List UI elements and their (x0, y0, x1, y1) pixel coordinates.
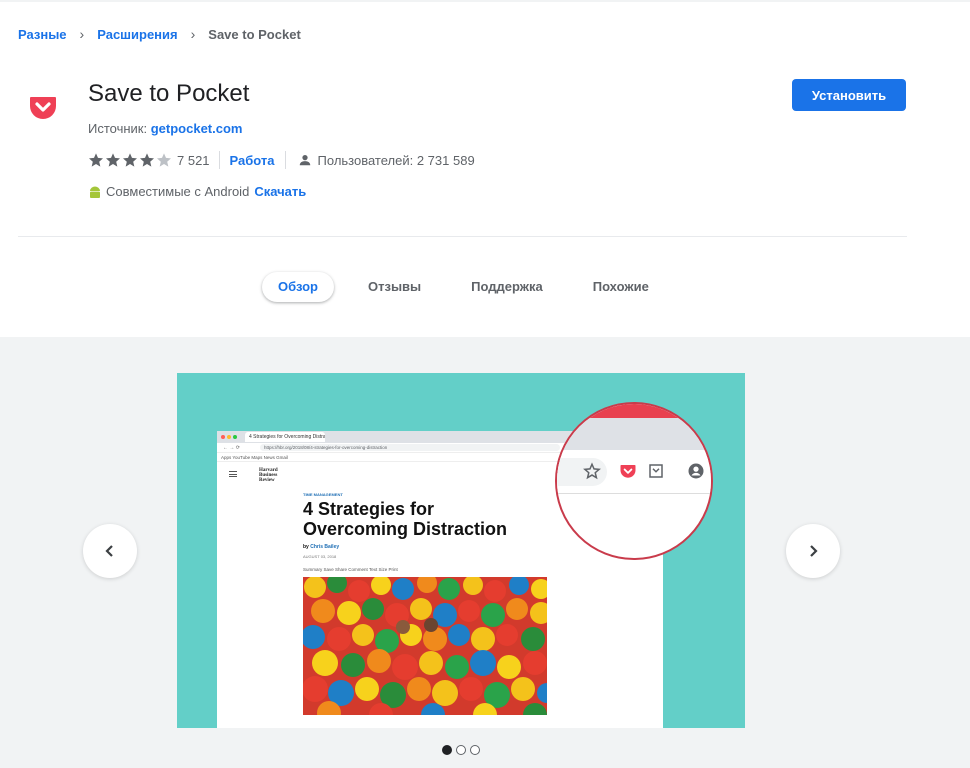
balloons-photo (303, 577, 547, 715)
article-actions: Summary Save Share Comment Text Size Pri… (303, 567, 398, 572)
chevron-right-icon: › (79, 26, 85, 42)
close-dot-icon (221, 435, 225, 439)
gallery-next-button[interactable] (786, 524, 840, 578)
breadcrumb-item-extensions[interactable]: Расширения (97, 27, 177, 42)
breadcrumb: Разные › Расширения › Save to Pocket (18, 26, 301, 42)
tab-reviews[interactable]: Отзывы (352, 272, 437, 302)
menu-icon (229, 471, 237, 477)
gallery-slide: 4 Strategies for Overcoming Distraction … (177, 373, 745, 728)
star-filled-icon (106, 153, 120, 167)
toolbar-tabstrip (557, 418, 711, 450)
source-line: Источник: getpocket.com (88, 121, 242, 136)
rating-stars[interactable] (88, 152, 173, 168)
gallery-pagination (442, 745, 484, 755)
tab-support[interactable]: Поддержка (455, 272, 559, 302)
star-filled-icon (89, 153, 103, 167)
tab-bar: Обзор Отзывы Поддержка Похожие (262, 272, 665, 302)
hbr-logo: Harvard Business Review (259, 468, 278, 483)
browser-tab: 4 Strategies for Overcoming Distraction (245, 432, 325, 442)
category-link[interactable]: Работа (230, 153, 275, 168)
pagination-dot-2[interactable] (456, 745, 466, 755)
pocket-icon (620, 465, 636, 478)
meta-row: 7 521 Работа Пользователей: 2 731 589 (88, 150, 475, 170)
source-link[interactable]: getpocket.com (151, 121, 243, 136)
android-row: Совместимые с Android Скачать (88, 184, 306, 199)
tab-overview[interactable]: Обзор (262, 272, 334, 302)
pocket-list-icon (649, 464, 663, 478)
star-filled-icon (123, 153, 137, 167)
star-filled-icon (140, 153, 154, 167)
rating-count[interactable]: 7 521 (177, 153, 210, 168)
article-topic: TIME MANAGEMENT (303, 492, 343, 497)
user-icon (299, 155, 310, 166)
maximize-dot-icon (233, 435, 237, 439)
install-button[interactable]: Установить (792, 79, 906, 111)
chevron-right-icon (810, 545, 818, 557)
chevron-right-icon: › (190, 26, 196, 42)
browser-url: https://hbr.org/2018/08/4-strategies-for… (259, 444, 560, 451)
users-count: Пользователей: 2 731 589 (317, 152, 475, 168)
star-empty-icon (157, 153, 171, 167)
nav-arrows-icon: ← → ⟳ (223, 444, 240, 451)
breadcrumb-item-raznye[interactable]: Разные (18, 27, 67, 42)
account-icon (688, 463, 704, 479)
android-icon (90, 186, 100, 198)
android-compat-text: Совместимые с Android (106, 184, 250, 199)
article-title: 4 Strategies for Overcoming Distraction (303, 499, 508, 539)
source-label: Источник: (88, 121, 148, 136)
android-download-link[interactable]: Скачать (254, 184, 306, 199)
pagination-dot-3[interactable] (470, 745, 480, 755)
star-outline-icon (583, 462, 601, 480)
toolbar-tab-accent (557, 404, 711, 418)
divider (18, 236, 907, 237)
pocket-icon (30, 97, 56, 119)
top-border (0, 0, 970, 2)
divider (218, 151, 220, 169)
extension-title: Save to Pocket (88, 80, 250, 107)
gallery-prev-button[interactable] (83, 524, 137, 578)
magnified-toolbar (555, 402, 713, 560)
tab-related[interactable]: Похожие (577, 272, 665, 302)
pagination-dot-1[interactable] (442, 745, 452, 755)
article-byline: by Chris Bailey (303, 544, 340, 550)
breadcrumb-current: Save to Pocket (208, 26, 301, 42)
divider (284, 151, 286, 169)
article-date: AUGUST 03, 2018 (303, 554, 337, 559)
chevron-left-icon (105, 545, 113, 557)
article-author: Chris Bailey (310, 544, 340, 550)
minimize-dot-icon (227, 435, 231, 439)
